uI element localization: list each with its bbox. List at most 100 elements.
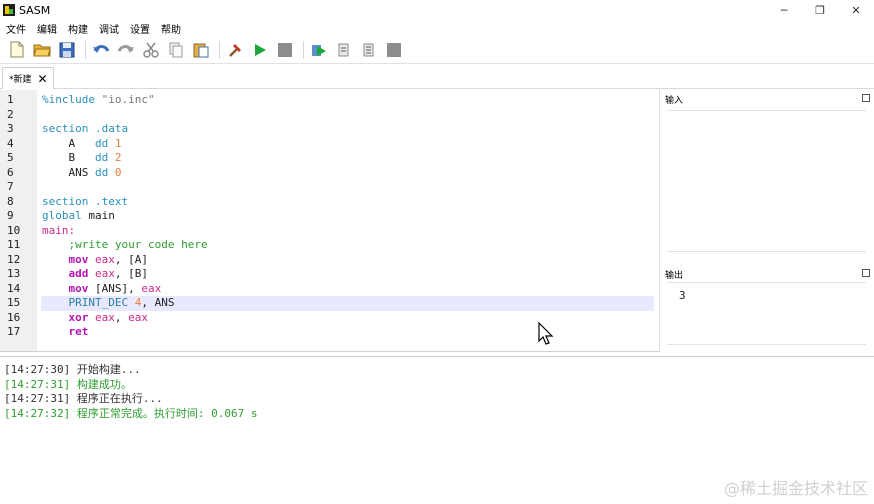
copy-button[interactable]: [167, 41, 185, 59]
code-line: A dd 1: [42, 137, 121, 152]
minimize-button[interactable]: ─: [766, 0, 802, 20]
code-line: %include "io.inc": [42, 93, 155, 108]
code-token: 1: [114, 136, 122, 150]
stop-square-icon: [278, 42, 292, 57]
code-token: %include: [42, 93, 102, 106]
menu-debug[interactable]: 调试: [99, 21, 119, 36]
menu-edit[interactable]: 编辑: [37, 21, 57, 36]
cut-button[interactable]: [142, 41, 160, 59]
tab-new-file[interactable]: *新建 ✕: [2, 67, 54, 89]
code-line: mov eax, [A]: [42, 252, 149, 268]
new-file-button[interactable]: [8, 41, 26, 59]
line-number: 11: [7, 238, 21, 251]
code-line: ret: [42, 325, 89, 340]
code-token: dd: [94, 165, 115, 179]
line-number: 8: [7, 194, 14, 208]
open-folder-icon: [33, 44, 51, 56]
run-button[interactable]: [251, 41, 269, 59]
window-controls: ─ ❐ ✕: [766, 0, 874, 20]
line-number: 1: [7, 93, 14, 106]
code-token: ret: [68, 325, 89, 338]
code-line: global main: [42, 209, 115, 224]
paste-clipboard-icon: [193, 43, 209, 57]
input-panel-title: 输入: [665, 96, 684, 106]
watermark: @稀土掘金技术社区: [723, 479, 868, 498]
code-line: B dd 2: [42, 151, 121, 166]
undo-button[interactable]: [92, 41, 110, 59]
restore-button[interactable]: ❐: [802, 0, 838, 20]
open-file-button[interactable]: [33, 41, 51, 59]
line-number: 17: [7, 325, 21, 338]
menu-build[interactable]: 构建: [68, 21, 88, 36]
menu-file[interactable]: 文件: [6, 21, 26, 36]
line-number: 16: [7, 310, 21, 324]
code-token: , ANS: [141, 296, 175, 309]
code-token: , [A]: [114, 252, 148, 266]
code-token: main: [88, 209, 115, 222]
debug-stop-icon: [387, 42, 401, 57]
menu-settings[interactable]: 设置: [130, 21, 150, 36]
sasm-logo-icon: [3, 4, 15, 16]
toolbar-separator: [85, 40, 86, 59]
code-token: eax: [95, 267, 115, 280]
save-file-button[interactable]: [58, 41, 76, 59]
menu-help[interactable]: 帮助: [161, 21, 181, 36]
close-window-button[interactable]: ✕: [838, 0, 874, 20]
debug-button[interactable]: [310, 41, 328, 59]
scissors-icon: [143, 42, 159, 58]
output-panel-float-icon[interactable]: [862, 269, 870, 277]
code-token: eax: [95, 252, 115, 266]
copy-pages-icon: [169, 42, 183, 57]
code-line: section .data: [42, 122, 128, 137]
code-line: main:: [42, 224, 75, 239]
redo-button[interactable]: [117, 41, 135, 59]
line-number: 13: [7, 267, 21, 280]
step-into-icon: [363, 43, 374, 56]
code-line: section .text: [42, 195, 128, 210]
redo-arrow-icon: [117, 44, 134, 53]
code-token: [ANS],: [95, 281, 142, 295]
code-token: eax: [128, 310, 148, 324]
code-token: B: [42, 151, 95, 164]
new-file-icon: [10, 41, 24, 58]
code-token: global: [42, 209, 89, 222]
line-number: 14: [7, 281, 21, 295]
code-line: mov [ANS], eax: [42, 281, 162, 297]
code-token: section .data: [42, 122, 129, 135]
code-editor[interactable]: %include "io.inc" section .data A dd 1 B …: [0, 90, 660, 352]
code-token: 2: [114, 151, 122, 164]
tab-close-icon[interactable]: ✕: [38, 73, 48, 85]
code-token: A: [42, 136, 95, 150]
step-over-button[interactable]: [335, 41, 353, 59]
paste-button[interactable]: [192, 41, 210, 59]
build-button[interactable]: [226, 41, 244, 59]
code-token: mov: [68, 281, 95, 295]
code-line: xor eax, eax: [42, 310, 149, 326]
debug-play-icon: [312, 44, 326, 56]
code-token: ANS: [42, 165, 95, 179]
code-token: 0: [114, 165, 122, 179]
line-number: 6: [7, 165, 14, 179]
line-number: 5: [7, 151, 14, 164]
code-line: ;write your code here: [42, 238, 207, 253]
code-token: xor: [68, 310, 95, 324]
code-token: , [B]: [114, 267, 148, 280]
step-into-button[interactable]: [360, 41, 378, 59]
output-text-area[interactable]: 3: [667, 282, 866, 345]
mouse-cursor-icon: [538, 322, 554, 345]
code-token: "io.inc": [101, 93, 155, 106]
input-panel-float-icon[interactable]: [862, 94, 870, 102]
stop-button[interactable]: [276, 41, 294, 59]
hammer-icon: [229, 43, 241, 57]
line-number: 12: [7, 252, 21, 266]
code-line: PRINT_DEC 4, ANS: [42, 296, 174, 311]
code-token: eax: [141, 281, 162, 295]
input-text-area[interactable]: [667, 110, 866, 252]
code-line: ANS dd 0: [42, 166, 121, 181]
debug-stop-button[interactable]: [385, 41, 403, 59]
